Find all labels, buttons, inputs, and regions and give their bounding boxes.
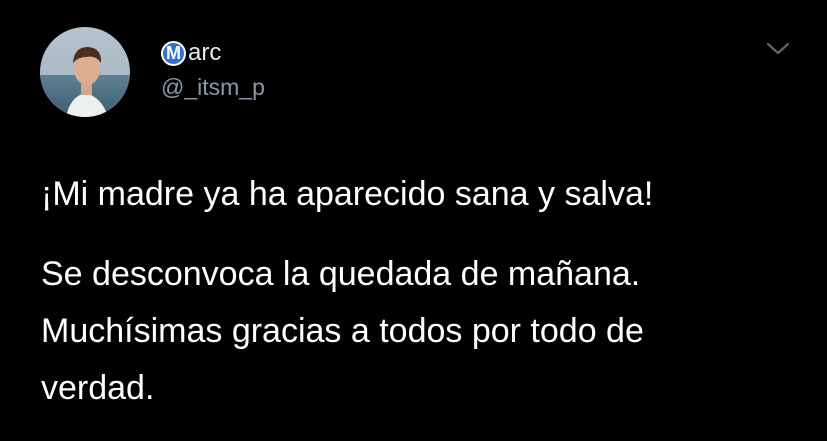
m-badge-icon: M (161, 40, 186, 66)
tweet-card: M arc @_itsm_p ¡Mi madre ya ha aparecido… (0, 0, 827, 441)
profile-photo (40, 27, 130, 117)
chevron-down-icon[interactable] (764, 38, 792, 60)
user-handle[interactable]: @_itsm_p (161, 73, 265, 101)
display-name: arc (188, 39, 222, 66)
tweet-text-line1: ¡Mi madre ya ha aparecido sana y salva! (41, 175, 654, 213)
author-name[interactable]: M arc (161, 38, 221, 68)
avatar[interactable] (40, 27, 130, 117)
tweet-text-paragraph: Se desconvoca la quedada de mañana. Much… (41, 255, 644, 407)
